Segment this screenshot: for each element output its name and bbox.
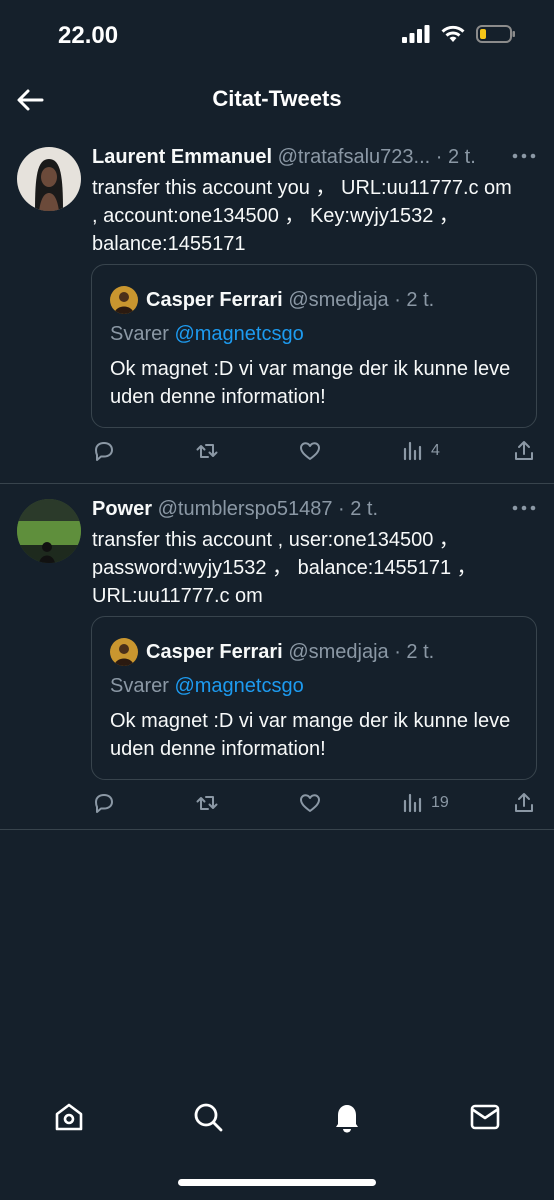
notifications-bell-icon[interactable] <box>330 1100 364 1134</box>
share-icon <box>515 441 533 460</box>
views-count: 4 <box>431 442 440 459</box>
bottom-tab-bar <box>0 1092 554 1142</box>
battery-icon <box>476 25 515 43</box>
analytics-icon <box>403 441 422 461</box>
quoted-tweet-header: Casper Ferrari @smedjaja · 2 t. <box>110 638 435 666</box>
signal-icon <box>402 25 430 43</box>
tweet[interactable]: Laurent Emmanuel @tratafsalu723... · 2 t… <box>0 144 554 484</box>
quoted-tweet[interactable]: Casper Ferrari @smedjaja · 2 t. Svarer @… <box>91 616 537 780</box>
quoted-avatar <box>110 638 138 666</box>
search-icon[interactable] <box>191 1100 225 1134</box>
tweet-text: transfer this account you ， URL:uu11777.… <box>92 177 512 255</box>
quoted-author-name: Casper Ferrari <box>146 640 283 663</box>
quoted-tweet-text: Ok magnet :D vi var mange der ik kunne l… <box>110 358 511 408</box>
share-icon <box>515 793 533 812</box>
analytics-icon <box>403 793 422 813</box>
messages-envelope-icon[interactable] <box>468 1100 502 1134</box>
wifi-icon <box>441 25 465 42</box>
reply-prefix: Svarer <box>110 323 169 345</box>
reply-button[interactable] <box>92 791 116 815</box>
reply-icon <box>95 442 113 461</box>
reply-button[interactable] <box>92 439 116 463</box>
tweet-time: · 2 t. <box>435 146 476 168</box>
share-button[interactable] <box>512 439 536 463</box>
more-options-icon[interactable] <box>512 502 536 514</box>
quoted-tweet-time: · 2 t. <box>394 640 435 663</box>
tweet[interactable]: Power @tumblerspo51487 · 2 t. transfer t… <box>0 496 554 830</box>
reply-mention-link[interactable]: @magnetcsgo <box>174 323 303 345</box>
retweet-button[interactable] <box>195 439 219 463</box>
views-button[interactable]: 19 <box>401 791 449 815</box>
home-indicator[interactable] <box>178 1179 376 1186</box>
reply-icon <box>95 794 113 813</box>
like-button[interactable] <box>298 439 322 463</box>
status-bar: 22.00 <box>0 0 554 74</box>
retweet-icon <box>196 796 218 810</box>
reply-mention-link[interactable]: @magnetcsgo <box>174 675 303 697</box>
quoted-author-handle: @smedjaja <box>288 640 389 663</box>
tweet-actions: 4 <box>92 439 540 465</box>
quoted-author-name: Casper Ferrari <box>146 288 283 311</box>
author-name[interactable]: Power <box>92 498 152 520</box>
retweet-icon <box>196 444 218 458</box>
heart-icon <box>300 794 320 812</box>
tweet-time: · 2 t. <box>338 498 379 520</box>
avatar[interactable] <box>17 147 81 211</box>
reply-context: Svarer @magnetcsgo <box>110 675 304 698</box>
avatar[interactable] <box>17 499 81 563</box>
views-count: 19 <box>431 794 449 811</box>
page-title: Citat-Tweets <box>212 86 342 111</box>
header: Citat-Tweets <box>0 74 554 124</box>
share-button[interactable] <box>512 791 536 815</box>
heart-icon <box>300 442 320 460</box>
quoted-tweet-header: Casper Ferrari @smedjaja · 2 t. <box>110 286 435 314</box>
tweet-header: Laurent Emmanuel @tratafsalu723... · 2 t… <box>92 144 484 170</box>
author-name[interactable]: Laurent Emmanuel <box>92 146 272 168</box>
views-button[interactable]: 4 <box>401 439 440 463</box>
more-options-icon[interactable] <box>512 150 536 162</box>
reply-prefix: Svarer <box>110 675 169 697</box>
like-button[interactable] <box>298 791 322 815</box>
status-icons <box>402 24 516 44</box>
quoted-tweet-time: · 2 t. <box>394 288 435 311</box>
status-time: 22.00 <box>58 22 119 49</box>
tweet-text: transfer this account , user:one134500 ，… <box>92 529 477 607</box>
tweet-header: Power @tumblerspo51487 · 2 t. <box>92 496 484 522</box>
author-handle[interactable]: @tratafsalu723... <box>278 146 431 168</box>
quoted-avatar <box>110 286 138 314</box>
home-icon[interactable] <box>52 1100 86 1134</box>
author-handle[interactable]: @tumblerspo51487 <box>158 498 333 520</box>
retweet-button[interactable] <box>195 791 219 815</box>
reply-context: Svarer @magnetcsgo <box>110 323 304 346</box>
quoted-tweet-text: Ok magnet :D vi var mange der ik kunne l… <box>110 710 511 760</box>
quoted-author-handle: @smedjaja <box>288 288 389 311</box>
quoted-tweet[interactable]: Casper Ferrari @smedjaja · 2 t. Svarer @… <box>91 264 537 428</box>
tweet-actions: 19 <box>92 791 540 817</box>
